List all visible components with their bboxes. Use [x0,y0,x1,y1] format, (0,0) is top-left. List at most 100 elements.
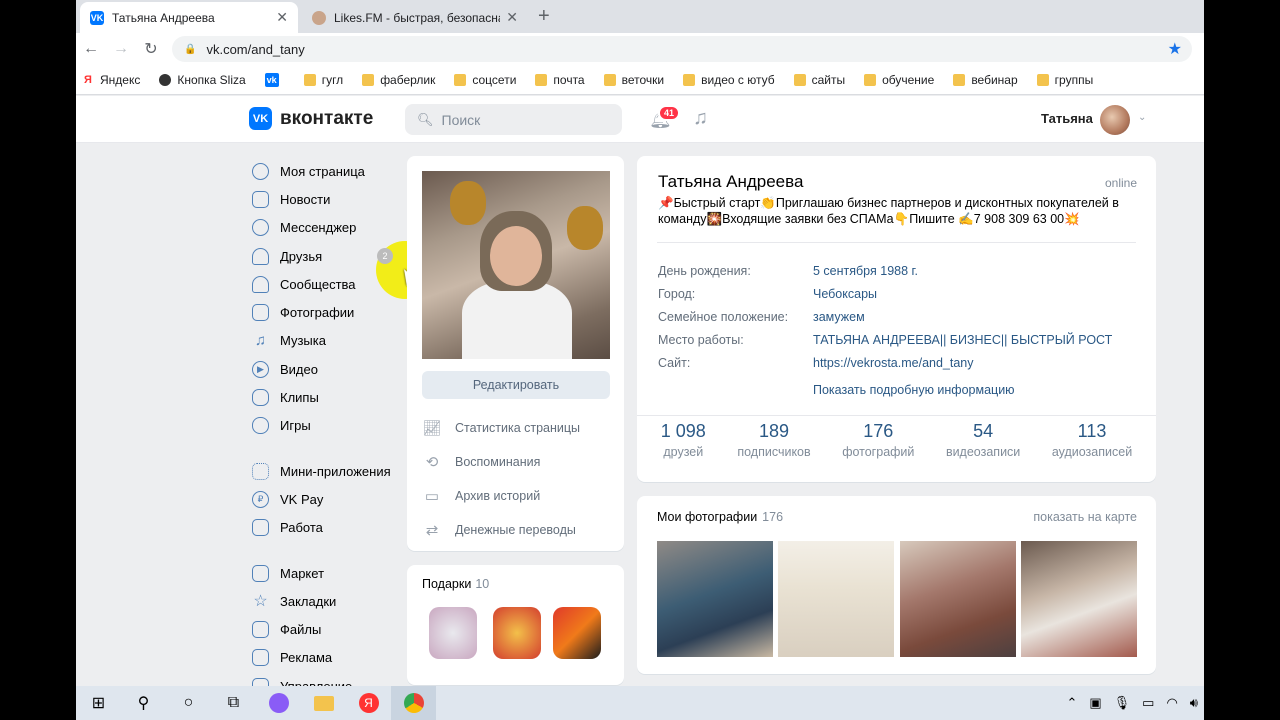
info-value[interactable]: ТАТЬЯНА АНДРЕЕВА|| БИЗНЕС|| БЫСТРЫЙ РОСТ [813,333,1112,347]
nav-item-games[interactable]: Игры [252,412,402,440]
nav-item-market[interactable]: Маркет [252,559,402,587]
nav-item-ads[interactable]: Реклама [252,644,402,672]
vk-logo[interactable]: VK вконтакте [249,107,373,130]
search-icon: 🔍︎ [417,111,434,127]
user-name[interactable]: Татьяна [1041,111,1093,126]
gift-item[interactable] [493,607,541,659]
search-input[interactable]: 🔍︎ Поиск [405,104,622,135]
yandex-browser-icon[interactable]: Я [346,686,391,720]
nav-item-photos[interactable]: Фотографии [252,298,402,326]
bookmark-folder[interactable]: почта [535,73,585,87]
menu-item-transfers[interactable]: ⇄ Денежные переводы [422,513,612,547]
nav-item-my-page[interactable]: Моя страница [252,157,402,185]
microphone-icon[interactable]: 🎙︎ [1114,695,1131,711]
nav-item-vk-pay[interactable]: ₽ VK Pay [252,485,402,513]
menu-item-archive[interactable]: ▭ Архив историй [422,479,612,513]
bookmark-folder[interactable]: обучение [864,73,934,87]
nav-item-work[interactable]: Работа [252,514,402,542]
archive-icon: ▭ [424,488,440,505]
profile-name: Татьяна Андреева [658,172,804,191]
gift-item[interactable] [553,607,601,659]
windows-start-icon[interactable]: ⊞ [76,686,121,720]
tab-title: Likes.FM - быстрая, безопасная [334,10,501,25]
volume-icon[interactable]: 🔊︎ [1190,695,1198,711]
chrome-icon[interactable] [391,686,436,720]
chevron-down-icon[interactable]: ⌄ [1138,112,1146,123]
counter-videos[interactable]: 54 видеозаписи [946,421,1020,459]
photo-figure [490,226,542,286]
photo-thumbnail[interactable] [778,541,894,657]
counter-label: аудиозаписей [1051,445,1133,459]
counter-followers[interactable]: 189 подписчиков [737,421,810,459]
info-value[interactable]: 5 сентября 1988 г. [813,264,918,278]
wifi-icon[interactable]: ◠ [1166,695,1177,711]
nav-item-clips[interactable]: Клипы [252,383,402,411]
menu-item-stats[interactable]: 📈︎ Статистика страницы [422,411,612,445]
bookmark-folder[interactable]: гугл [303,73,343,87]
counter-photos[interactable]: 176 фотографий [842,421,914,459]
music-icon[interactable]: ♫ [693,107,708,130]
photos-title[interactable]: Мои фотографии 176 [657,510,783,524]
menu-item-memories[interactable]: ⟲ Воспоминания [422,445,612,479]
bookmark-folder[interactable]: веточки [603,73,664,87]
folder-icon [362,73,375,86]
close-tab-icon[interactable]: ✕ [276,9,288,26]
info-value[interactable]: замужем [813,310,865,324]
alice-icon[interactable] [256,686,301,720]
avatar[interactable] [1100,105,1130,135]
task-view-icon[interactable]: ⧉ [211,686,256,720]
edit-profile-button[interactable]: Редактировать [422,371,610,399]
show-more-info-link[interactable]: Показать подробную информацию [813,383,1015,397]
gift-item[interactable] [429,607,477,659]
battery-icon[interactable]: ▭ [1142,695,1154,711]
nav-item-mini-apps[interactable]: Мини-приложения [252,457,402,485]
nav-item-video[interactable]: ▶ Видео [252,355,402,383]
chevron-up-icon[interactable]: ⌃ [1066,695,1077,711]
bookmark-folder[interactable]: группы [1036,73,1093,87]
bookmark-yandex[interactable]: Я Яндекс [82,73,140,87]
counter-audio[interactable]: 113 аудиозаписей [1052,421,1132,459]
file-explorer-icon[interactable] [301,686,346,720]
profile-status-text[interactable]: 📌Быстрый старт👏Приглашаю бизнес партнеро… [658,195,1138,227]
bookmark-folder[interactable]: соцсети [454,73,516,87]
new-tab-button[interactable]: + [538,5,550,28]
info-value[interactable]: https://vekrosta.me/and_tany [813,356,974,370]
reload-icon[interactable]: ↻ [136,39,166,59]
avatar-card: Редактировать 📈︎ Статистика страницы ⟲ Вос… [407,156,624,551]
nav-item-music[interactable]: ♫ Музыка [252,327,402,355]
bookmark-sliza[interactable]: Кнопка Sliza [159,73,246,87]
folder-icon [953,73,966,86]
info-value[interactable]: Чебоксары [813,287,877,301]
vk-header: VK вконтакте 🔍︎ Поиск 🔔︎ 41 ♫ Татьяна ⌄ [76,96,1204,143]
counter-friends[interactable]: 1 098 друзей [661,421,706,459]
photo-thumbnail[interactable] [900,541,1016,657]
back-icon[interactable]: ← [76,40,106,58]
cortana-icon[interactable]: ○ [166,686,211,720]
gifts-title[interactable]: Подарки 10 [422,577,489,591]
photo-thumbnail[interactable] [1021,541,1137,657]
nav-item-bookmarks[interactable]: ☆ Закладки [252,587,402,615]
show-on-map-link[interactable]: показать на карте [1033,510,1137,524]
gifts-title-text: Подарки [422,577,472,591]
forward-icon[interactable]: → [106,40,136,58]
photo-thumbnail[interactable] [657,541,773,657]
address-bar[interactable]: 🔒 vk.com/and_tany ★ [172,36,1192,62]
bookmark-folder[interactable]: видео с ютуб [683,73,775,87]
bookmark-vk[interactable]: vk [264,72,285,87]
browser-tab-vk[interactable]: VK Татьяна Андреева ✕ [80,2,298,33]
bookmark-folder[interactable]: сайты [793,73,845,87]
bookmark-folder[interactable]: фаберлик [362,73,435,87]
nav-item-messenger[interactable]: Мессенджер [252,214,402,242]
nav-item-news[interactable]: Новости [252,185,402,213]
profile-photo[interactable] [422,171,610,359]
nav-item-files[interactable]: Файлы [252,615,402,643]
profile-actions-list: 📈︎ Статистика страницы ⟲ Воспоминания ▭ Арх… [422,411,612,547]
device-icon[interactable]: ▣ [1089,695,1101,711]
ads-icon [252,649,269,667]
bookmark-folder[interactable]: вебинар [953,73,1018,87]
close-tab-icon[interactable]: ✕ [506,9,518,26]
bookmark-star-icon[interactable]: ★ [1168,39,1182,59]
yandex-icon: Я [84,73,92,86]
search-icon[interactable]: ⚲ [121,686,166,720]
browser-tab-likes[interactable]: Likes.FM - быстрая, безопасная ✕ [302,2,528,33]
